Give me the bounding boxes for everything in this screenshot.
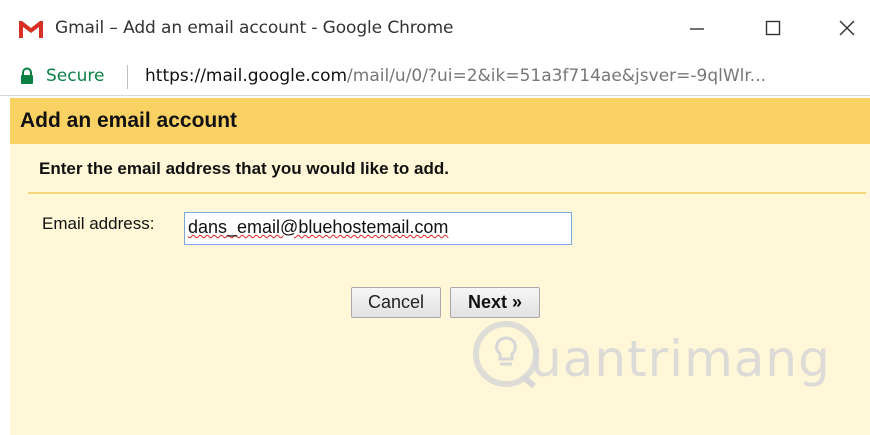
email-address-label: Email address: xyxy=(42,214,155,233)
url-host: https://mail.google.com xyxy=(145,66,348,86)
close-icon xyxy=(839,20,855,36)
dialog-header: Add an email account xyxy=(10,98,870,144)
url-path: /mail/u/0/?ui=2&ik=51a3f714ae&jsver=-9ql… xyxy=(347,66,767,86)
watermark-text: uantrimang xyxy=(530,330,831,388)
window-title: Gmail – Add an email account - Google Ch… xyxy=(55,18,454,38)
close-button[interactable] xyxy=(822,6,870,50)
email-input-value: dans_email@bluehostemail.com xyxy=(188,217,449,237)
instruction-text: Enter the email address that you would l… xyxy=(39,159,449,178)
maximize-button[interactable] xyxy=(748,6,798,50)
dialog-title: Add an email account xyxy=(20,109,238,132)
divider xyxy=(28,192,866,194)
email-address-input[interactable]: dans_email@bluehostemail.com xyxy=(184,212,572,245)
secure-label: Secure xyxy=(46,66,105,86)
cancel-button[interactable]: Cancel xyxy=(351,287,441,318)
url-text[interactable]: https://mail.google.com/mail/u/0/?ui=2&i… xyxy=(145,66,867,86)
minimize-icon xyxy=(690,28,704,30)
minimize-button[interactable] xyxy=(672,6,722,50)
next-button[interactable]: Next » xyxy=(450,287,540,318)
address-bar[interactable]: Secure https://mail.google.com/mail/u/0/… xyxy=(0,58,870,96)
gmail-logo-icon xyxy=(18,19,44,39)
address-separator xyxy=(127,65,128,89)
window-titlebar: Gmail – Add an email account - Google Ch… xyxy=(0,0,870,58)
lock-icon xyxy=(21,67,33,84)
maximize-icon xyxy=(765,20,781,36)
